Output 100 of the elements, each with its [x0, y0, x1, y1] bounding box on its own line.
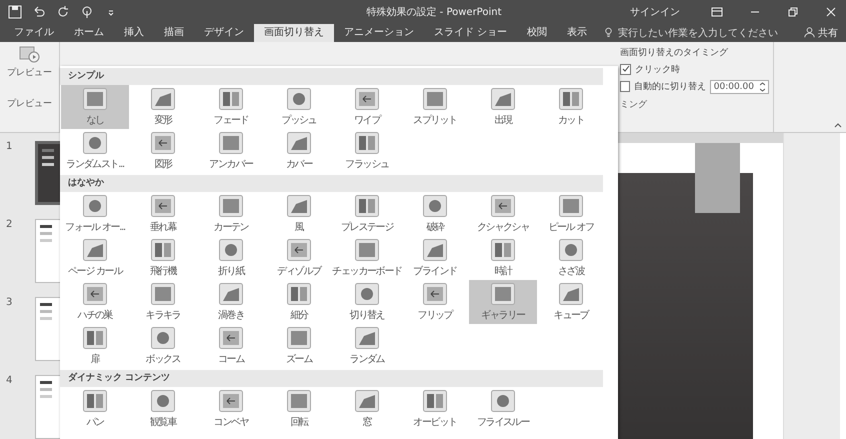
- share-button[interactable]: 共有: [796, 24, 846, 42]
- transition-label: プッシュ: [282, 114, 316, 126]
- transition-item[interactable]: ギャラリー: [469, 280, 537, 324]
- transition-item[interactable]: ディゾルブ: [265, 236, 333, 280]
- ribbon-tab[interactable]: 校閲: [517, 24, 558, 42]
- transition-item[interactable]: ページ カール: [61, 236, 129, 280]
- group-title: 画面切り替えのタイミング: [620, 46, 729, 59]
- transition-item[interactable]: フォール オー...: [61, 192, 129, 236]
- transition-icon: [151, 238, 175, 260]
- transition-item[interactable]: さざ波: [537, 236, 605, 280]
- checkbox[interactable]: [620, 64, 631, 75]
- ribbon-tab[interactable]: 挿入: [114, 24, 154, 42]
- transition-item[interactable]: フリップ: [401, 280, 469, 324]
- transition-item[interactable]: フラッシュ: [333, 129, 401, 173]
- transition-item[interactable]: 垂れ幕: [129, 192, 197, 236]
- transition-label: アンカバー: [209, 158, 253, 170]
- preview-button[interactable]: プレビュー: [7, 46, 52, 79]
- slide-thumbnail[interactable]: [35, 375, 60, 439]
- transition-label: コンベヤ: [214, 416, 248, 428]
- transition-item[interactable]: フェード: [197, 85, 265, 129]
- undo-icon[interactable]: [32, 4, 46, 19]
- transition-item[interactable]: 破砕: [401, 192, 469, 236]
- ribbon-tab[interactable]: 画面切り替え: [254, 24, 334, 42]
- transition-item[interactable]: スプリット: [401, 85, 469, 129]
- transition-item[interactable]: 飛行機: [129, 236, 197, 280]
- transition-item[interactable]: ボックス: [129, 324, 197, 368]
- transition-item[interactable]: プッシュ: [265, 85, 333, 129]
- transition-item[interactable]: カバー: [265, 129, 333, 173]
- ribbon-tab[interactable]: アニメーション: [334, 24, 424, 42]
- transition-item[interactable]: 変形: [129, 85, 197, 129]
- sign-in-link[interactable]: サインイン: [630, 4, 680, 19]
- transition-label: カバー: [286, 158, 312, 170]
- transition-item[interactable]: フライスルー: [469, 387, 537, 431]
- section-header: ダイナミック コンテンツ: [60, 370, 603, 387]
- checkbox-label: クリック時: [635, 64, 680, 76]
- ribbon-tab[interactable]: デザイン: [194, 24, 254, 42]
- transition-item[interactable]: 図形: [129, 129, 197, 173]
- transition-item[interactable]: 時計: [469, 236, 537, 280]
- transition-item[interactable]: カーテン: [197, 192, 265, 236]
- transition-item[interactable]: キューブ: [537, 280, 605, 324]
- checkbox-label: 自動的に切り替え: [634, 80, 706, 94]
- transition-item[interactable]: 切り替え: [333, 280, 401, 324]
- transition-item[interactable]: パン: [61, 387, 129, 431]
- transition-item[interactable]: 回転: [265, 387, 333, 431]
- transition-icon: [355, 194, 379, 216]
- transition-icon: [151, 326, 175, 348]
- tell-me-field[interactable]: 実行したい作業を入力してください: [603, 24, 796, 42]
- transition-item[interactable]: クシャクシャ: [469, 192, 537, 236]
- transition-icon: [559, 194, 583, 216]
- touch-mode-icon[interactable]: [80, 4, 94, 19]
- time-field[interactable]: 00:00.00: [710, 80, 769, 94]
- transition-item[interactable]: ズーム: [265, 324, 333, 368]
- transition-icon: [491, 390, 515, 412]
- transition-item[interactable]: オービット: [401, 387, 469, 431]
- transition-icon: [355, 390, 379, 412]
- transition-item[interactable]: 渦巻き: [197, 280, 265, 324]
- transition-item[interactable]: ランダム: [333, 324, 401, 368]
- transition-label: 破砕: [426, 220, 444, 234]
- transition-label: ワイプ: [354, 114, 380, 126]
- ribbon-tab[interactable]: ファイル: [4, 24, 64, 42]
- transition-item[interactable]: チェッカーボード: [333, 236, 401, 280]
- transition-item[interactable]: カット: [537, 85, 605, 129]
- transition-item[interactable]: 出現: [469, 85, 537, 129]
- transition-icon: [423, 238, 447, 260]
- transition-item[interactable]: ハチの巣: [61, 280, 129, 324]
- transition-item[interactable]: ランダムスト...: [61, 129, 129, 173]
- transition-item[interactable]: ピール オフ: [537, 192, 605, 236]
- slide-thumbnail[interactable]: [35, 141, 60, 205]
- transition-item[interactable]: キラキラ: [129, 280, 197, 324]
- transition-item[interactable]: アンカバー: [197, 129, 265, 173]
- transition-item[interactable]: コンベヤ: [197, 387, 265, 431]
- transition-label: フラッシュ: [345, 158, 389, 170]
- ribbon-tab[interactable]: スライド ショー: [424, 24, 518, 42]
- transition-label: ボックス: [146, 352, 180, 366]
- ribbon-tab[interactable]: ホーム: [64, 24, 114, 42]
- transition-item[interactable]: 風: [265, 192, 333, 236]
- transition-item[interactable]: 折り紙: [197, 236, 265, 280]
- ribbon-tab[interactable]: 表示: [557, 24, 598, 42]
- collapse-caret-icon[interactable]: [834, 122, 842, 128]
- transition-item[interactable]: ブラインド: [401, 236, 469, 280]
- checkbox[interactable]: [620, 81, 630, 92]
- transition-item[interactable]: なし: [61, 85, 129, 129]
- transition-item[interactable]: コーム: [197, 324, 265, 368]
- slide-thumbnail[interactable]: [35, 297, 60, 361]
- transition-item[interactable]: 扉: [61, 324, 129, 368]
- ribbon-display-icon[interactable]: [710, 4, 724, 19]
- transition-icon: [287, 238, 311, 260]
- close-icon[interactable]: [824, 4, 838, 19]
- slide-thumbnail[interactable]: [35, 219, 60, 283]
- transition-item[interactable]: 細分: [265, 280, 333, 324]
- transition-icon: [287, 194, 311, 216]
- ribbon-tab[interactable]: 描画: [154, 24, 194, 42]
- transition-item[interactable]: 観覧車: [129, 387, 197, 431]
- spinner-icon[interactable]: [760, 82, 765, 92]
- transition-item[interactable]: プレステージ: [333, 192, 401, 236]
- save-icon[interactable]: [8, 4, 22, 19]
- restore-icon[interactable]: [786, 4, 800, 19]
- transition-item[interactable]: 窓: [333, 387, 401, 431]
- redo-icon[interactable]: [56, 4, 70, 19]
- transition-item[interactable]: ワイプ: [333, 85, 401, 129]
